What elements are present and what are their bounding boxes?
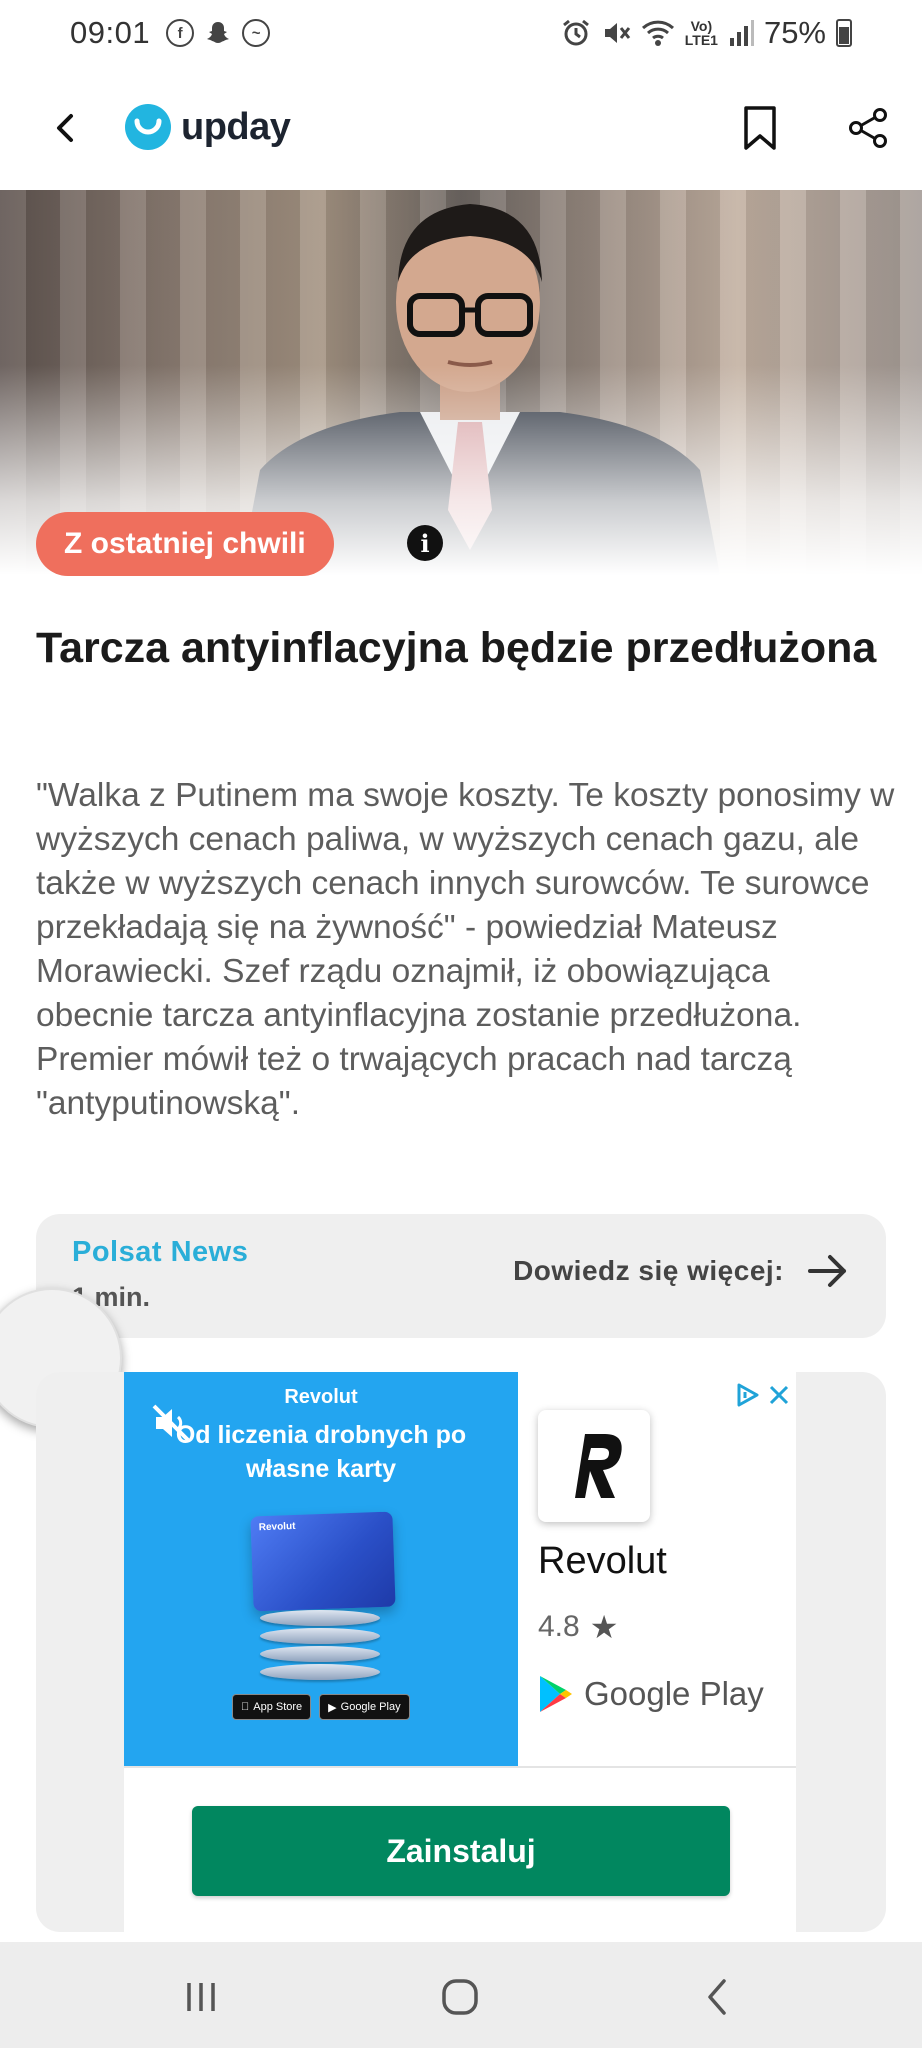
recent-apps-icon <box>187 1983 215 2011</box>
google-play-icon <box>540 1676 572 1712</box>
ad-content: Revolut Od liczenia drobnych po własne k… <box>124 1372 796 1932</box>
ad-choices[interactable] <box>734 1382 790 1408</box>
adchoices-icon[interactable] <box>734 1382 760 1408</box>
app-store-badge: App Store <box>232 1694 312 1720</box>
ad-app-rating: 4.8 ★ <box>538 1608 618 1646</box>
source-card[interactable]: Polsat News 1 min. Dowiedz się więcej: <box>36 1214 886 1338</box>
ad-card: Revolut Od liczenia drobnych po własne k… <box>36 1372 886 1932</box>
back-arrow-icon[interactable] <box>46 108 86 148</box>
arrow-right-icon <box>808 1255 846 1287</box>
apple-icon:  <box>241 1701 249 1713</box>
store-name: Google Play <box>584 1675 764 1712</box>
close-ad-icon[interactable] <box>768 1384 790 1406</box>
app-bar: upday <box>0 90 922 166</box>
share-icon[interactable] <box>846 106 890 150</box>
bookmark-icon[interactable] <box>740 104 780 152</box>
alarm-icon <box>562 19 589 46</box>
read-more-label: Dowiedz się więcej: <box>513 1255 784 1286</box>
revolut-app-icon[interactable] <box>538 1410 650 1522</box>
ad-coins-illustration <box>260 1610 380 1682</box>
back-button[interactable] <box>687 1972 747 2022</box>
wifi-icon <box>641 20 674 46</box>
status-bar: 09:01 f ~ Vo) LTE1 75% <box>0 0 922 66</box>
back-chevron-icon <box>708 1979 726 2015</box>
signal-icon <box>729 20 754 46</box>
star-icon: ★ <box>589 1609 619 1645</box>
messenger-icon: ~ <box>242 19 271 47</box>
facebook-icon: f <box>166 19 195 47</box>
snapchat-icon <box>207 22 230 43</box>
google-play-label: Google Play <box>538 1674 764 1714</box>
system-icons: Vo) LTE1 75% <box>561 15 852 51</box>
install-button[interactable]: Zainstaluj <box>192 1806 730 1896</box>
breaking-news-badge: Z ostatniej chwili <box>36 512 334 576</box>
battery-percent: 75% <box>763 15 826 50</box>
ad-divider <box>124 1766 796 1768</box>
article-body: "Walka z Putinem ma swoje koszty. Te kos… <box>36 777 895 1122</box>
home-button[interactable] <box>430 1972 490 2022</box>
google-play-badge: ▶ Google Play <box>319 1694 410 1720</box>
battery-icon <box>836 19 852 47</box>
rating-value: 4.8 <box>538 1610 580 1643</box>
info-icon[interactable]: i <box>407 525 443 561</box>
upday-logo-text: upday <box>181 105 291 148</box>
article-headline: Tarcza antyinflacyjna będzie przedłużona <box>36 624 877 672</box>
status-time: 09:01 <box>70 15 151 50</box>
notification-icons: f ~ <box>166 19 271 47</box>
volte-indicator: Vo) LTE1 <box>684 18 718 48</box>
ad-store-badges: App Store ▶Google Play <box>232 1694 410 1720</box>
play-icon: ▶ <box>319 1701 336 1714</box>
ad-app-name[interactable]: Revolut <box>538 1540 667 1583</box>
system-navigation-bar <box>0 1942 922 2048</box>
home-icon <box>442 1979 478 2015</box>
upday-logo: upday <box>125 104 291 150</box>
source-name: Polsat News <box>72 1236 249 1268</box>
mute-icon <box>604 23 630 43</box>
ad-bank-card-illustration: Revolut <box>250 1511 396 1612</box>
read-more-link[interactable]: Dowiedz się więcej: <box>513 1254 848 1288</box>
recent-apps-button[interactable] <box>171 1972 231 2022</box>
muted-speaker-icon[interactable] <box>150 1402 192 1444</box>
ad-banner-image[interactable]: Revolut Od liczenia drobnych po własne k… <box>124 1372 518 1766</box>
upday-logo-icon <box>125 104 171 150</box>
